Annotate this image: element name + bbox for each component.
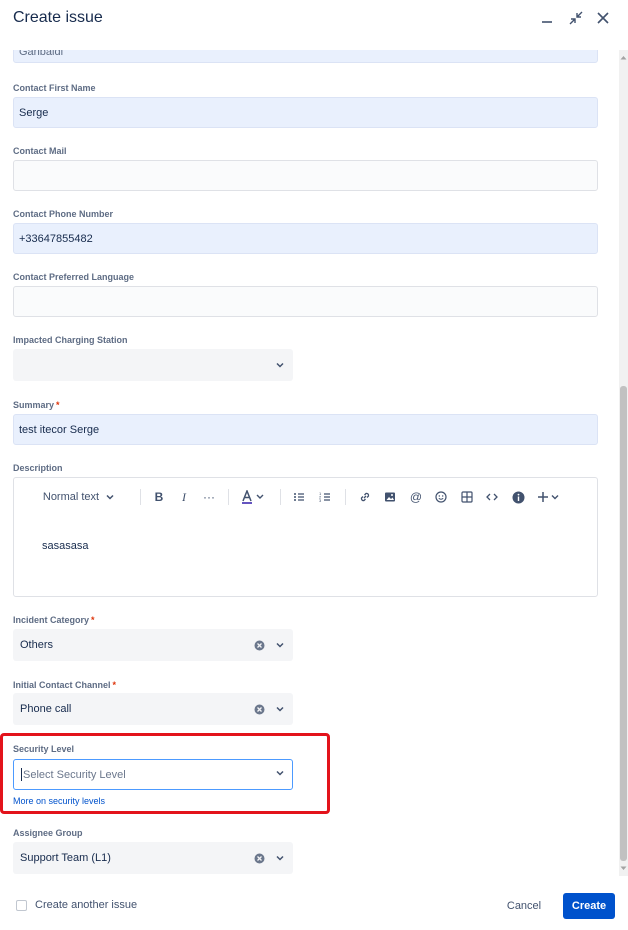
charging-station-select[interactable] bbox=[13, 349, 293, 381]
code-icon[interactable] bbox=[485, 489, 499, 505]
create-another-checkbox[interactable] bbox=[16, 900, 27, 911]
numbered-list-icon[interactable]: 123 bbox=[318, 489, 332, 505]
clear-icon[interactable] bbox=[252, 851, 266, 865]
contact-first-name-field[interactable]: Serge bbox=[13, 97, 598, 128]
summary-field[interactable]: test itecor Serge bbox=[13, 414, 598, 445]
editor-toolbar: Normal text B I ··· 123 @ bbox=[14, 478, 597, 516]
description-text: sasasasa bbox=[42, 540, 89, 552]
clear-icon[interactable] bbox=[252, 638, 266, 652]
bold-icon[interactable]: B bbox=[152, 489, 166, 505]
contact-channel-label: Initial Contact Channel * bbox=[13, 680, 117, 690]
text-cursor bbox=[21, 768, 22, 781]
chevron-down-icon bbox=[274, 359, 286, 371]
more-formatting-icon[interactable]: ··· bbox=[202, 489, 216, 505]
italic-icon[interactable]: I bbox=[177, 489, 191, 505]
bullet-list-icon[interactable] bbox=[292, 489, 306, 505]
dialog-title: Create issue bbox=[13, 9, 103, 26]
link-icon[interactable] bbox=[358, 489, 372, 505]
incident-category-select[interactable]: Others bbox=[13, 629, 293, 661]
collapse-icon[interactable] bbox=[566, 8, 586, 28]
dialog-header: Create issue bbox=[0, 0, 628, 50]
summary-label: Summary * bbox=[13, 400, 60, 410]
contact-mail-field[interactable] bbox=[13, 160, 598, 191]
security-level-select[interactable]: Select Security Level bbox=[13, 759, 293, 790]
emoji-icon[interactable] bbox=[434, 489, 448, 505]
contact-mail-label: Contact Mail bbox=[13, 146, 67, 156]
security-levels-link[interactable]: More on security levels bbox=[13, 796, 105, 806]
description-label: Description bbox=[13, 463, 63, 473]
text-style-dropdown[interactable]: Normal text bbox=[39, 489, 119, 505]
toolbar-divider bbox=[140, 489, 141, 505]
toolbar-divider bbox=[228, 489, 229, 505]
cancel-button[interactable]: Cancel bbox=[498, 894, 550, 918]
info-icon[interactable] bbox=[511, 489, 525, 505]
toolbar-divider bbox=[280, 489, 281, 505]
vertical-scrollbar[interactable] bbox=[619, 50, 628, 876]
clear-icon[interactable] bbox=[252, 702, 266, 716]
create-button[interactable]: Create bbox=[563, 893, 615, 919]
charging-station-label: Impacted Charging Station bbox=[13, 335, 128, 345]
contact-channel-select[interactable]: Phone call bbox=[13, 693, 293, 725]
assignee-group-select[interactable]: Support Team (L1) bbox=[13, 842, 293, 874]
partially-visible-field[interactable]: Garibaldi bbox=[13, 50, 598, 63]
contact-phone-field[interactable]: +33647855482 bbox=[13, 223, 598, 254]
form-scroll-area[interactable]: Garibaldi Contact First Name Serge Conta… bbox=[0, 50, 628, 876]
chevron-down-icon bbox=[274, 703, 286, 715]
image-icon[interactable] bbox=[383, 489, 397, 505]
toolbar-divider bbox=[345, 489, 346, 505]
insert-plus-icon[interactable] bbox=[536, 489, 562, 505]
contact-phone-label: Contact Phone Number bbox=[13, 209, 114, 219]
table-icon[interactable] bbox=[460, 489, 474, 505]
contact-language-label: Contact Preferred Language bbox=[13, 272, 135, 282]
incident-category-label: Incident Category * bbox=[13, 615, 95, 625]
minimize-icon[interactable] bbox=[537, 8, 557, 28]
create-another-label[interactable]: Create another issue bbox=[35, 899, 137, 911]
chevron-down-icon bbox=[274, 852, 286, 864]
text-color-icon[interactable] bbox=[239, 489, 267, 505]
security-level-label: Security Level bbox=[13, 744, 75, 754]
assignee-group-label: Assignee Group bbox=[13, 828, 83, 838]
svg-text:3: 3 bbox=[319, 498, 322, 503]
scroll-down-arrow-icon[interactable] bbox=[620, 864, 627, 872]
contact-language-field[interactable] bbox=[13, 286, 598, 317]
contact-first-name-label: Contact First Name bbox=[13, 83, 96, 93]
dialog-footer: Create another issue Cancel Create bbox=[0, 876, 628, 930]
description-editor[interactable]: Normal text B I ··· 123 @ sasasasa bbox=[13, 477, 598, 597]
chevron-down-icon bbox=[274, 639, 286, 651]
scrollbar-thumb[interactable] bbox=[620, 386, 627, 861]
close-icon[interactable] bbox=[593, 8, 613, 28]
scroll-up-arrow-icon[interactable] bbox=[620, 53, 627, 61]
chevron-down-icon bbox=[275, 768, 285, 781]
mention-icon[interactable]: @ bbox=[409, 489, 423, 505]
